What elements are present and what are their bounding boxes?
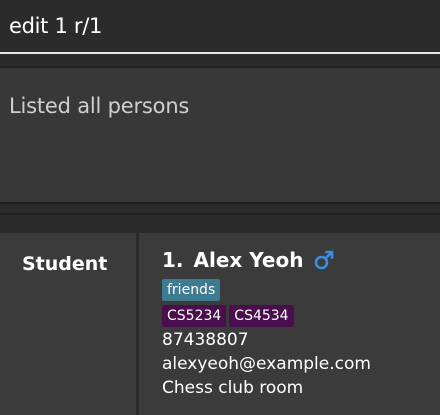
separator xyxy=(0,204,440,213)
person-name: Alex Yeoh xyxy=(193,248,304,272)
name-row: 1. Alex Yeoh xyxy=(162,245,432,275)
tag-friends: friends xyxy=(162,279,221,301)
person-card[interactable]: Student 1. Alex Yeoh friends CS5234 CS45… xyxy=(0,233,440,415)
person-index: 1. xyxy=(162,248,184,272)
result-display: Listed all persons xyxy=(0,66,440,204)
role-label: Student xyxy=(22,253,108,275)
result-message: Listed all persons xyxy=(9,94,190,118)
contact-details: 87438807 alexyeoh@example.com Chess club… xyxy=(162,328,432,400)
module-tag: CS5234 xyxy=(162,305,227,327)
card-divider xyxy=(136,233,139,415)
command-box[interactable]: edit 1 r/1 xyxy=(0,0,440,52)
module-tag: CS4534 xyxy=(229,305,294,327)
tag-row: friends xyxy=(162,279,432,301)
person-address: Chess club room xyxy=(162,378,304,398)
person-phone: 87438807 xyxy=(162,330,249,350)
separator xyxy=(0,54,440,66)
app-window: edit 1 r/1 Listed all persons Student 1.… xyxy=(0,0,440,415)
person-email: alexyeoh@example.com xyxy=(162,354,371,374)
person-list-panel: Student 1. Alex Yeoh friends CS5234 CS45… xyxy=(0,213,440,415)
module-tag-row: CS5234 CS4534 xyxy=(162,305,432,327)
male-symbol-icon xyxy=(313,249,335,271)
person-details: 1. Alex Yeoh friends CS5234 CS4534 87438… xyxy=(162,245,432,400)
command-input[interactable]: edit 1 r/1 xyxy=(9,14,102,38)
